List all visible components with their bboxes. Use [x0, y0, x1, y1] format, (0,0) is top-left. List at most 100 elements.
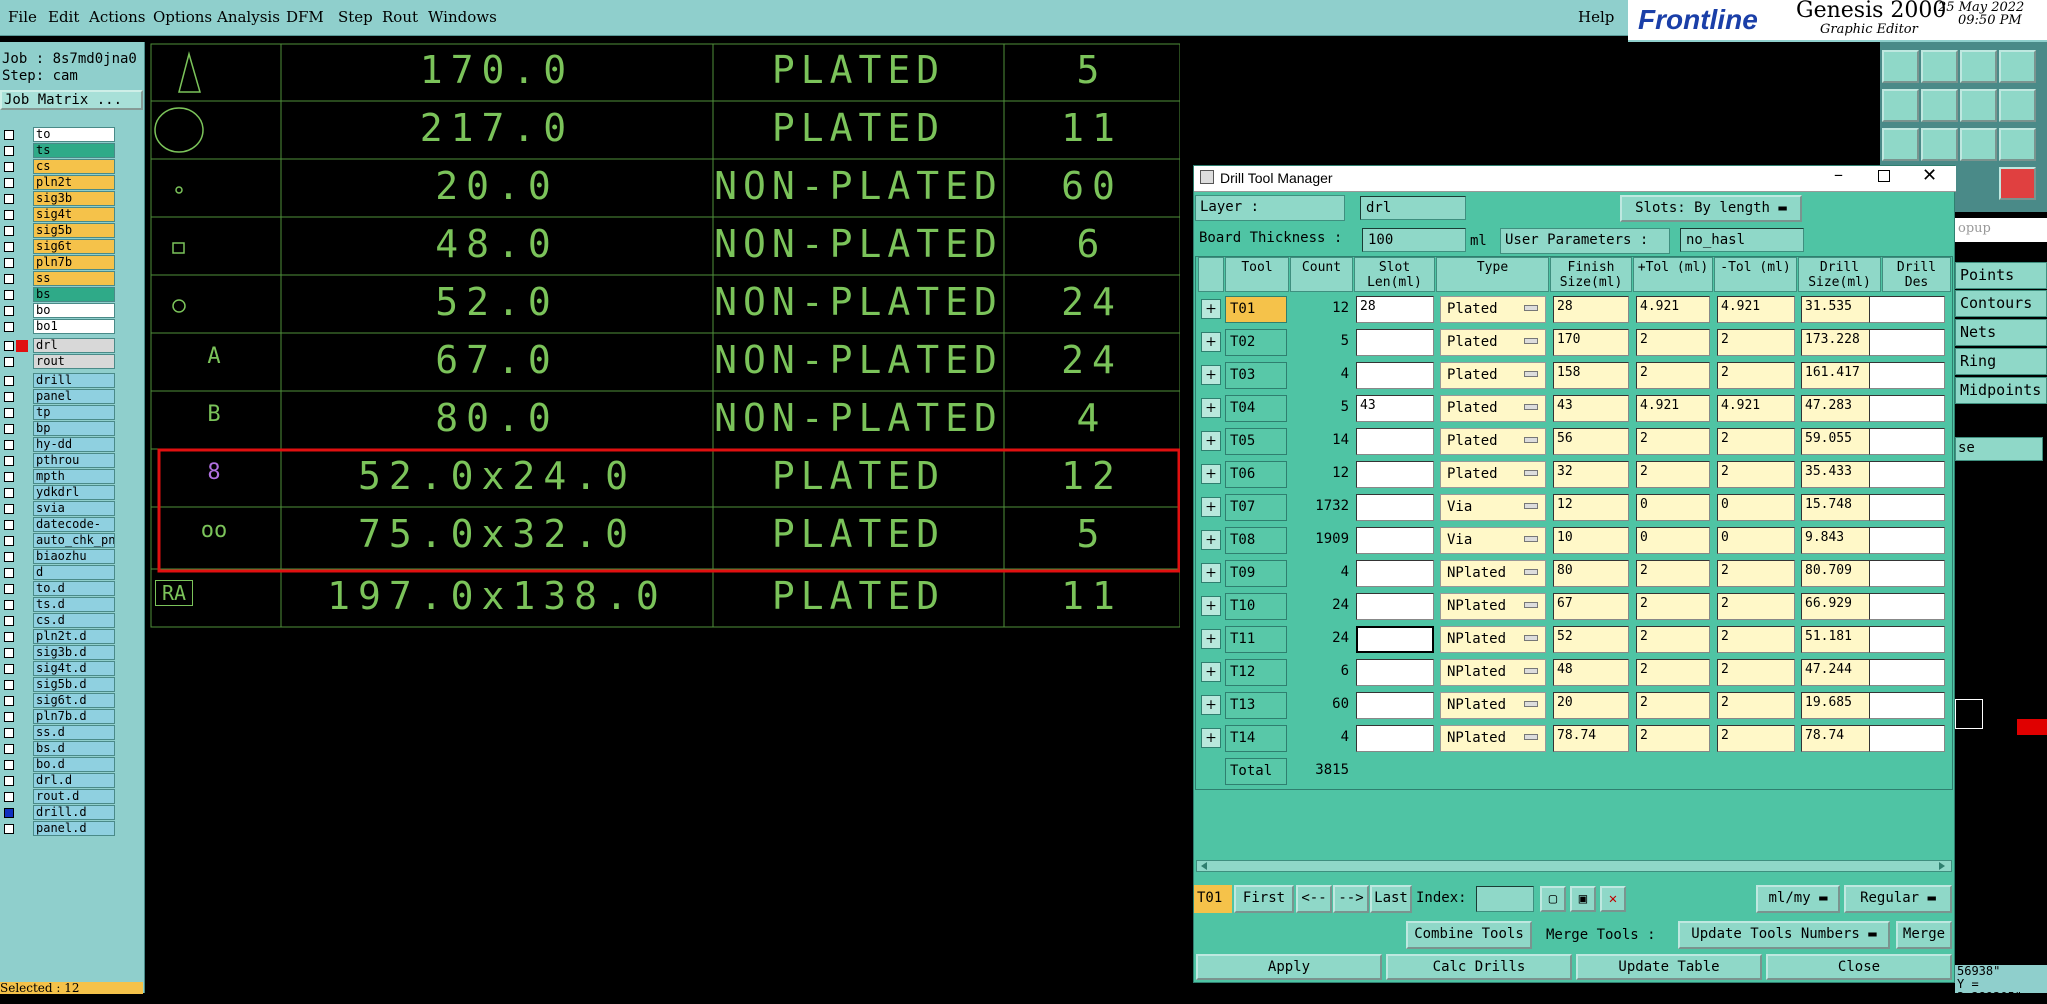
merge-button[interactable]: Merge [1896, 921, 1952, 949]
layer-checkbox[interactable] [4, 306, 14, 316]
plus-tolerance-input[interactable]: 0 [1636, 494, 1710, 521]
finish-size-input[interactable]: 12 [1553, 494, 1629, 521]
layer-name[interactable]: sig3b.d [33, 645, 115, 660]
menu-options[interactable]: Options [153, 8, 212, 26]
right-panel-item[interactable]: Points [1955, 262, 2047, 289]
menu-analysis[interactable]: Analysis [217, 8, 280, 26]
menu-rout[interactable]: Rout [382, 8, 418, 26]
layer-name[interactable]: to.d [33, 581, 115, 596]
layer-name[interactable]: rout [33, 354, 115, 369]
finish-size-input[interactable]: 52 [1553, 626, 1629, 653]
tool-id[interactable]: T02 [1225, 329, 1287, 356]
expand-icon[interactable]: + [1201, 398, 1221, 418]
plus-tolerance-input[interactable]: 4.921 [1636, 296, 1710, 323]
layer-name[interactable]: auto_chk_pn [33, 533, 115, 548]
layer-row[interactable]: sig6t [0, 239, 115, 254]
layer-row[interactable]: auto_chk_pn [0, 533, 115, 548]
chevron-down-icon[interactable] [1524, 503, 1538, 509]
layer-name[interactable]: pln7b.d [33, 709, 115, 724]
layer-input[interactable]: drl [1360, 196, 1466, 220]
layer-row[interactable]: panel [0, 389, 115, 404]
layer-checkbox[interactable] [4, 600, 14, 610]
drill-size-input[interactable]: 35.433 [1801, 461, 1879, 488]
plus-tolerance-input[interactable]: 2 [1636, 461, 1710, 488]
layer-name[interactable]: bs.d [33, 741, 115, 756]
layer-checkbox[interactable] [4, 536, 14, 546]
layer-checkbox[interactable] [4, 728, 14, 738]
settings-icon[interactable]: ▣ [1570, 886, 1596, 912]
plus-tolerance-input[interactable]: 4.921 [1636, 395, 1710, 422]
layer-row[interactable]: rout [0, 354, 115, 369]
layer-row[interactable]: rout.d [0, 789, 115, 804]
plus-tolerance-input[interactable]: 2 [1636, 428, 1710, 455]
drill-des-input[interactable] [1869, 461, 1945, 488]
drill-size-input[interactable]: 173.228 [1801, 329, 1879, 356]
layer-checkbox[interactable] [4, 584, 14, 594]
search-icon[interactable]: ▢ [1540, 886, 1566, 912]
slot-length-input[interactable] [1356, 362, 1434, 389]
minimize-icon[interactable]: – [1834, 164, 1843, 185]
layer-checkbox[interactable] [4, 680, 14, 690]
finish-size-input[interactable]: 48 [1553, 659, 1629, 686]
layer-checkbox[interactable] [4, 776, 14, 786]
layer-name[interactable]: tp [33, 405, 115, 420]
chevron-down-icon[interactable] [1524, 536, 1538, 542]
layer-row[interactable]: mpth [0, 469, 115, 484]
expand-icon[interactable]: + [1201, 629, 1221, 649]
layer-name[interactable]: pln7b [33, 255, 115, 270]
minus-tolerance-input[interactable]: 2 [1717, 560, 1795, 587]
chevron-down-icon[interactable] [1524, 635, 1538, 641]
drill-size-input[interactable]: 59.055 [1801, 428, 1879, 455]
layer-row[interactable]: pln7b.d [0, 709, 115, 724]
slot-length-input[interactable]: 28 [1356, 296, 1434, 323]
layer-row[interactable]: drl [0, 338, 115, 353]
chevron-down-icon[interactable] [1524, 371, 1538, 377]
expand-icon[interactable]: + [1201, 497, 1221, 517]
layer-name[interactable]: sig4t [33, 207, 115, 222]
tool-id[interactable]: T03 [1225, 362, 1287, 389]
tool-id[interactable]: T14 [1225, 725, 1287, 752]
drill-size-input[interactable]: 47.283 [1801, 395, 1879, 422]
layer-checkbox[interactable] [4, 632, 14, 642]
tool-id[interactable]: T05 [1225, 428, 1287, 455]
slot-length-input[interactable] [1356, 725, 1434, 752]
chevron-down-icon[interactable] [1524, 602, 1538, 608]
layer-name[interactable]: ss [33, 271, 115, 286]
layer-name[interactable]: bp [33, 421, 115, 436]
layer-checkbox[interactable] [4, 376, 14, 386]
plus-tolerance-input[interactable]: 2 [1636, 659, 1710, 686]
chevron-down-icon[interactable] [1524, 470, 1538, 476]
units-select[interactable]: ml/my ▬ [1756, 885, 1840, 913]
tool-id[interactable]: T07 [1225, 494, 1287, 521]
toolbar-button-11[interactable] [1960, 128, 1997, 161]
layer-name[interactable]: cs.d [33, 613, 115, 628]
finish-size-input[interactable]: 28 [1553, 296, 1629, 323]
layer-name[interactable]: ydkdrl [33, 485, 115, 500]
layer-row[interactable]: ts [0, 143, 115, 158]
layer-name[interactable]: sig4t.d [33, 661, 115, 676]
minus-tolerance-input[interactable]: 2 [1717, 659, 1795, 686]
drill-des-input[interactable] [1869, 395, 1945, 422]
drill-size-input[interactable]: 80.709 [1801, 560, 1879, 587]
layer-row[interactable]: bs.d [0, 741, 115, 756]
last-button[interactable]: Last [1370, 885, 1412, 913]
layer-row[interactable]: ss.d [0, 725, 115, 740]
layer-checkbox[interactable] [4, 808, 14, 818]
toolbar-button-7[interactable] [1960, 89, 1997, 122]
plus-tolerance-input[interactable]: 2 [1636, 329, 1710, 356]
toolbar-button-6[interactable] [1921, 89, 1958, 122]
layer-name[interactable]: mpth [33, 469, 115, 484]
tool-id[interactable]: T09 [1225, 560, 1287, 587]
apply-button[interactable]: Apply [1196, 954, 1382, 980]
layer-name[interactable]: ts.d [33, 597, 115, 612]
calc-drills-button[interactable]: Calc Drills [1386, 954, 1572, 980]
expand-icon[interactable]: + [1201, 431, 1221, 451]
layer-row[interactable]: d [0, 565, 115, 580]
expand-icon[interactable]: + [1201, 365, 1221, 385]
layer-checkbox[interactable] [4, 504, 14, 514]
drill-size-input[interactable]: 47.244 [1801, 659, 1879, 686]
right-panel-item[interactable]: Midpoints [1955, 377, 2047, 404]
close-button[interactable]: Close [1766, 954, 1952, 980]
layer-row[interactable]: pln2t.d [0, 629, 115, 644]
home-icon[interactable] [1960, 50, 1997, 83]
